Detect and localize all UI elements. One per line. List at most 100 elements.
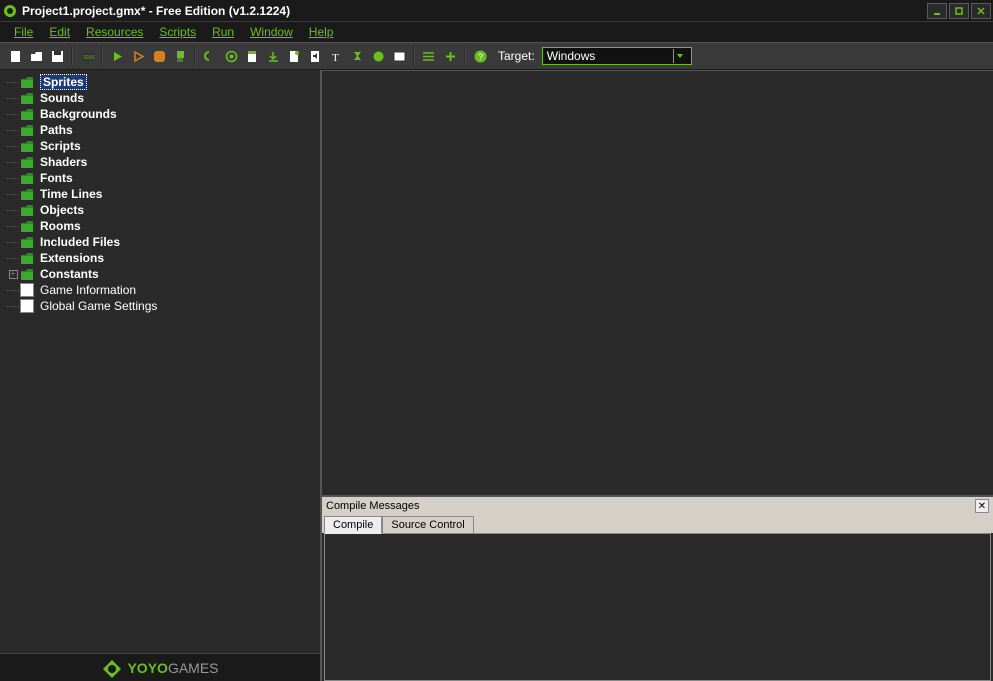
page-icon[interactable] [243, 47, 261, 65]
web-server-icon[interactable] [201, 47, 219, 65]
new-room-icon[interactable] [390, 47, 408, 65]
folder-icon [20, 204, 34, 216]
folder-icon [20, 124, 34, 136]
tree-item-extensions[interactable]: ····· Extensions [0, 250, 320, 266]
tree-item-label: Fonts [40, 171, 73, 185]
tree-item-label: Global Game Settings [40, 299, 157, 313]
run-icon[interactable] [108, 47, 126, 65]
app-icon [2, 3, 18, 19]
open-project-icon[interactable] [27, 47, 45, 65]
tree-bullet-icon: ····· [6, 254, 20, 263]
tree-item-scripts[interactable]: ·····Scripts [0, 138, 320, 154]
tree-bullet-icon: ····· [6, 206, 20, 215]
main-area: Compile Messages ✕ Compile Source Contro… [322, 70, 993, 681]
separator [101, 46, 103, 66]
new-sound-icon[interactable] [306, 47, 324, 65]
list-icon[interactable] [420, 47, 438, 65]
menu-window[interactable]: Window [244, 23, 299, 41]
tree-item-label: Constants [40, 267, 99, 281]
create-exe-icon[interactable]: 1010 [78, 47, 96, 65]
tree-item-rooms[interactable]: ·····Rooms [0, 218, 320, 234]
folder-icon [20, 76, 34, 88]
compile-panel: Compile Messages ✕ Compile Source Contro… [322, 495, 993, 681]
menu-edit[interactable]: Edit [43, 23, 76, 41]
separator [194, 46, 196, 66]
folder-icon [20, 156, 34, 168]
menu-run[interactable]: Run [206, 23, 240, 41]
new-font-icon[interactable]: T [327, 47, 345, 65]
save-icon[interactable] [48, 47, 66, 65]
toolbar: 1010 T ? Target: Windows [0, 42, 993, 70]
file-icon [20, 299, 34, 313]
compile-output [324, 533, 991, 681]
tree-item-sprites[interactable]: ·····Sprites [0, 74, 320, 90]
tree-item-label: Included Files [40, 235, 120, 249]
menu-file[interactable]: File [8, 23, 39, 41]
minimize-button[interactable] [927, 3, 947, 19]
separator [71, 46, 73, 66]
stop-icon[interactable] [150, 47, 168, 65]
tree-bullet-icon: ····· [6, 142, 20, 151]
add-icon[interactable] [441, 47, 459, 65]
tree-item-sounds[interactable]: ····· Sounds [0, 90, 320, 106]
compile-panel-tabs: Compile Source Control [322, 515, 993, 533]
tree-item-label: Sprites [40, 74, 87, 90]
new-project-icon[interactable] [6, 47, 24, 65]
window-title: Project1.project.gmx* - Free Edition (v1… [22, 4, 927, 18]
tree-bullet-icon: ····· [6, 126, 20, 135]
help-icon[interactable]: ? [471, 47, 489, 65]
new-object-icon[interactable] [369, 47, 387, 65]
menu-scripts[interactable]: Scripts [153, 23, 202, 41]
tree-item-time-lines[interactable]: ·····Time Lines [0, 186, 320, 202]
compile-panel-header: Compile Messages ✕ [322, 497, 993, 515]
new-sprite-icon[interactable] [285, 47, 303, 65]
tab-compile[interactable]: Compile [324, 516, 382, 534]
tree-item-label: Extensions [40, 251, 104, 265]
tree-item-label: Shaders [40, 155, 87, 169]
close-button[interactable] [971, 3, 991, 19]
workspace: ·····Sprites·····Sounds·····Backgrounds·… [0, 70, 993, 681]
target-label: Target: [498, 49, 535, 63]
tree-item-game-information[interactable]: ····· Game Information [0, 282, 320, 298]
clean-icon[interactable] [171, 47, 189, 65]
tree-bullet-icon: ····· [6, 222, 20, 231]
menu-resources[interactable]: Resources [80, 23, 149, 41]
folder-icon [20, 268, 34, 280]
target-select[interactable]: Windows [542, 47, 692, 65]
tree-item-global-game-settings[interactable]: ····· Global Game Settings [0, 298, 320, 314]
tree-item-objects[interactable]: ····· Objects [0, 202, 320, 218]
tree-item-label: Paths [40, 123, 73, 137]
tree-item-label: Game Information [40, 283, 136, 297]
tree-item-paths[interactable]: ····· Paths [0, 122, 320, 138]
compile-panel-title: Compile Messages [326, 500, 420, 512]
expand-icon[interactable]: + [6, 270, 20, 279]
menu-help[interactable]: Help [303, 23, 340, 41]
titlebar: Project1.project.gmx* - Free Edition (v1… [0, 0, 993, 22]
tree-item-shaders[interactable]: ····· Shaders [0, 154, 320, 170]
tree-bullet-icon: ····· [6, 158, 20, 167]
tree-item-label: Objects [40, 203, 84, 217]
tree-bullet-icon: ····· [6, 94, 20, 103]
folder-icon [20, 236, 34, 248]
tree-bullet-icon: ····· [6, 286, 20, 295]
file-icon [20, 283, 34, 297]
maximize-button[interactable] [949, 3, 969, 19]
sidebar: ·····Sprites·····Sounds·····Backgrounds·… [0, 70, 322, 681]
resource-tree: ·····Sprites·····Sounds·····Backgrounds·… [0, 70, 320, 653]
yoyogames-logo: YOYOGAMES [101, 658, 218, 678]
tree-item-fonts[interactable]: ·····Fonts [0, 170, 320, 186]
ggs-icon[interactable] [222, 47, 240, 65]
tab-source-control[interactable]: Source Control [382, 516, 473, 533]
separator [413, 46, 415, 66]
tree-bullet-icon: ····· [6, 302, 20, 311]
tree-item-label: Backgrounds [40, 107, 117, 121]
export-icon[interactable] [264, 47, 282, 65]
tree-item-label: Sounds [40, 91, 84, 105]
tree-item-constants[interactable]: + Constants [0, 266, 320, 282]
compile-panel-close-icon[interactable]: ✕ [975, 499, 989, 513]
tree-item-backgrounds[interactable]: ·····Backgrounds [0, 106, 320, 122]
folder-icon [20, 140, 34, 152]
new-timeline-icon[interactable] [348, 47, 366, 65]
debug-icon[interactable] [129, 47, 147, 65]
tree-item-included-files[interactable]: ·····Included Files [0, 234, 320, 250]
